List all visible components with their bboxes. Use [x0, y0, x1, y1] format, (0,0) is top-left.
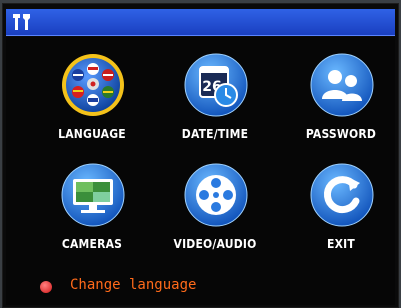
main-menu: LANGUAGE 26 DATE/TIME PASSWORD CAMERAS V… — [6, 37, 395, 305]
exit-arrow-icon — [310, 163, 374, 227]
menu-item-video-audio[interactable]: VIDEO/AUDIO — [160, 157, 270, 272]
menu-item-cameras[interactable]: CAMERAS — [37, 157, 147, 272]
menu-item-exit[interactable]: EXIT — [286, 157, 396, 272]
menu-item-label: VIDEO/AUDIO — [173, 237, 257, 251]
menu-item-password[interactable]: PASSWORD — [286, 47, 396, 162]
users-icon — [310, 53, 374, 117]
menu-item-label: LANGUAGE — [58, 127, 126, 141]
monitor-icon — [61, 163, 125, 227]
language-flags-icon — [62, 54, 124, 116]
calendar-clock-icon: 26 — [184, 53, 248, 117]
menu-item-label: DATE/TIME — [181, 127, 249, 141]
dvr-menu-screen: LANGUAGE 26 DATE/TIME PASSWORD CAMERAS V… — [2, 3, 399, 308]
menu-item-label: CAMERAS — [61, 237, 123, 251]
film-reel-icon — [184, 163, 248, 227]
tools-icon — [13, 14, 30, 30]
title-bar — [6, 9, 395, 36]
menu-item-label: PASSWORD — [305, 127, 377, 141]
record-dot-icon — [40, 281, 52, 293]
menu-item-date-time[interactable]: 26 DATE/TIME — [160, 47, 270, 162]
status-text: Change language — [70, 277, 197, 293]
menu-item-label: EXIT — [327, 237, 355, 251]
menu-item-language[interactable]: LANGUAGE — [37, 47, 147, 162]
